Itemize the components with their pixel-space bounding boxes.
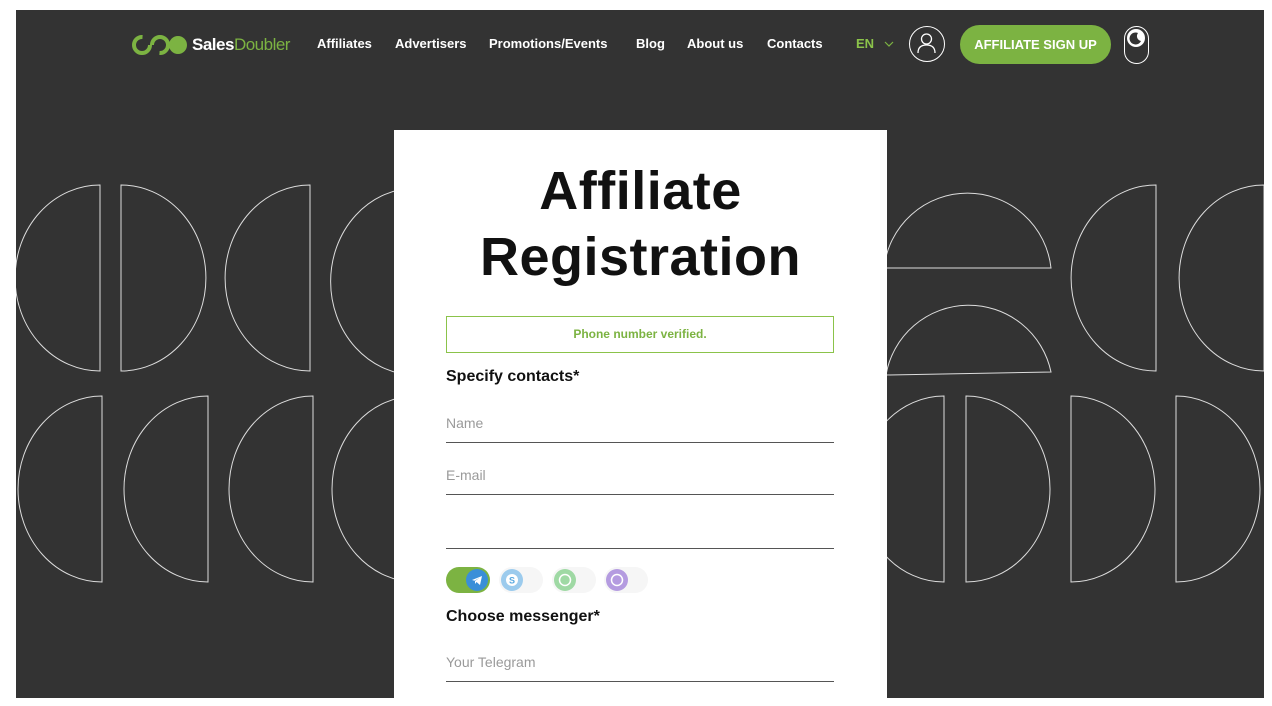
phone-verified-message: Phone number verified.	[446, 316, 834, 353]
email-input[interactable]	[446, 461, 834, 483]
phone-field-wrapper	[446, 515, 834, 549]
nav-item-affiliates[interactable]: Affiliates	[317, 36, 372, 51]
telegram-icon	[466, 569, 488, 591]
chevron-down-icon	[884, 41, 894, 47]
theme-knob	[1127, 29, 1145, 47]
language-label: EN	[856, 36, 875, 51]
brand-logo[interactable]: SalesDoubler	[132, 34, 290, 56]
messenger-section-label: Choose messenger*	[446, 608, 600, 625]
messenger-toggles: S	[446, 567, 656, 595]
phone-input[interactable]	[446, 515, 834, 537]
title-line-1: Affiliate	[539, 161, 742, 221]
svg-text:S: S	[509, 576, 515, 586]
brand-name: SalesDoubler	[192, 35, 290, 54]
messenger-field-wrapper	[446, 648, 834, 682]
messenger-handle-input[interactable]	[446, 648, 834, 670]
messenger-toggle-viber[interactable]	[604, 567, 648, 593]
theme-toggle[interactable]	[1124, 26, 1149, 64]
site-header: SalesDoubler Affiliates Advertisers Prom…	[16, 10, 1264, 80]
nav-item-promotions-events[interactable]: Promotions/Events	[489, 36, 607, 51]
logo-mark-icon	[132, 35, 187, 55]
contacts-section-label: Specify contacts*	[446, 368, 580, 385]
email-field-wrapper	[446, 461, 834, 495]
nav-item-about-us[interactable]: About us	[687, 36, 743, 51]
affiliate-signup-button[interactable]: AFFILIATE SIGN UP	[960, 25, 1111, 64]
name-field-wrapper	[446, 409, 834, 443]
skype-icon: S	[501, 569, 523, 591]
messenger-toggle-telegram[interactable]	[446, 567, 490, 593]
nav-item-contacts[interactable]: Contacts	[767, 36, 823, 51]
page-viewport: SalesDoubler Affiliates Advertisers Prom…	[16, 10, 1264, 698]
title-line-2: Registration	[479, 227, 802, 287]
nav-item-advertisers[interactable]: Advertisers	[395, 36, 467, 51]
name-input[interactable]	[446, 409, 834, 431]
moon-icon	[1129, 32, 1141, 45]
messenger-toggle-skype[interactable]: S	[499, 567, 543, 593]
viber-icon	[606, 569, 628, 591]
nav-item-blog[interactable]: Blog	[636, 36, 665, 51]
user-icon	[917, 33, 936, 54]
page-title: Affiliate Registration	[394, 158, 887, 290]
messenger-toggle-whatsapp[interactable]	[552, 567, 596, 593]
registration-card: Affiliate Registration Phone number veri…	[394, 130, 887, 698]
account-button[interactable]	[909, 26, 945, 62]
language-selector[interactable]: EN	[856, 36, 894, 51]
whatsapp-icon	[554, 569, 576, 591]
